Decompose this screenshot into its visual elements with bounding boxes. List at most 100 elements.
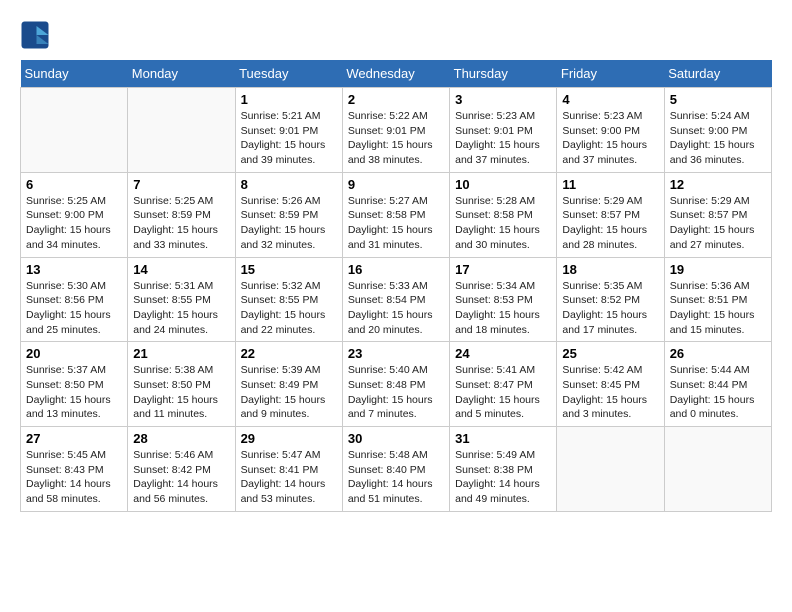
weekday-header: Monday: [128, 60, 235, 88]
day-number: 15: [241, 262, 337, 277]
day-info: Sunrise: 5:34 AMSunset: 8:53 PMDaylight:…: [455, 279, 551, 338]
calendar-cell: 12 Sunrise: 5:29 AMSunset: 8:57 PMDayligh…: [664, 172, 771, 257]
day-number: 26: [670, 346, 766, 361]
day-info: Sunrise: 5:45 AMSunset: 8:43 PMDaylight:…: [26, 448, 122, 507]
calendar-cell: 14Sunrise: 5:31 AMSunset: 8:55 PMDayligh…: [128, 257, 235, 342]
day-number: 13: [26, 262, 122, 277]
day-info: Sunrise: 5:44 AMSunset: 8:44 PMDaylight:…: [670, 363, 766, 422]
calendar-cell: 15 Sunrise: 5:32 AMSunset: 8:55 PMDayligh…: [235, 257, 342, 342]
weekday-header: Saturday: [664, 60, 771, 88]
day-info: Sunrise: 5:30 AMSunset: 8:56 PMDaylight:…: [26, 279, 122, 338]
logo: [20, 20, 54, 50]
day-number: 2: [348, 92, 444, 107]
day-number: 25: [562, 346, 658, 361]
day-info: Sunrise: 5:40 AMSunset: 8:48 PMDaylight:…: [348, 363, 444, 422]
day-info: Sunrise: 5:21 AMSunset: 9:01 PMDaylight:…: [241, 109, 337, 168]
day-number: 23: [348, 346, 444, 361]
calendar-cell: [21, 88, 128, 173]
weekday-header: Thursday: [450, 60, 557, 88]
day-number: 19: [670, 262, 766, 277]
weekday-header: Tuesday: [235, 60, 342, 88]
calendar-cell: 13 Sunrise: 5:30 AMSunset: 8:56 PMDayligh…: [21, 257, 128, 342]
calendar-cell: 20 Sunrise: 5:37 AMSunset: 8:50 PMDayligh…: [21, 342, 128, 427]
day-number: 5: [670, 92, 766, 107]
calendar-cell: 22 Sunrise: 5:39 AMSunset: 8:49 PMDayligh…: [235, 342, 342, 427]
calendar-cell: 3 Sunrise: 5:23 AMSunset: 9:01 PMDaylight…: [450, 88, 557, 173]
calendar-cell: 9Sunrise: 5:27 AMSunset: 8:58 PMDaylight…: [342, 172, 449, 257]
day-info: Sunrise: 5:24 AMSunset: 9:00 PMDaylight:…: [670, 109, 766, 168]
calendar-cell: 21 Sunrise: 5:38 AMSunset: 8:50 PMDayligh…: [128, 342, 235, 427]
calendar-week-row: 13 Sunrise: 5:30 AMSunset: 8:56 PMDayligh…: [21, 257, 772, 342]
day-info: Sunrise: 5:29 AMSunset: 8:57 PMDaylight:…: [670, 194, 766, 253]
calendar-cell: 29Sunrise: 5:47 AMSunset: 8:41 PMDayligh…: [235, 427, 342, 512]
weekday-header: Sunday: [21, 60, 128, 88]
calendar-cell: 1Sunrise: 5:21 AMSunset: 9:01 PMDaylight…: [235, 88, 342, 173]
day-number: 10: [455, 177, 551, 192]
day-number: 27: [26, 431, 122, 446]
day-info: Sunrise: 5:48 AMSunset: 8:40 PMDaylight:…: [348, 448, 444, 507]
day-info: Sunrise: 5:29 AMSunset: 8:57 PMDaylight:…: [562, 194, 658, 253]
calendar-cell: 26 Sunrise: 5:44 AMSunset: 8:44 PMDayligh…: [664, 342, 771, 427]
day-number: 11: [562, 177, 658, 192]
day-number: 9: [348, 177, 444, 192]
day-info: Sunrise: 5:25 AMSunset: 9:00 PMDaylight:…: [26, 194, 122, 253]
calendar-cell: 23 Sunrise: 5:40 AMSunset: 8:48 PMDayligh…: [342, 342, 449, 427]
calendar-cell: 10 Sunrise: 5:28 AMSunset: 8:58 PMDayligh…: [450, 172, 557, 257]
day-info: Sunrise: 5:28 AMSunset: 8:58 PMDaylight:…: [455, 194, 551, 253]
day-number: 7: [133, 177, 229, 192]
calendar-cell: 6 Sunrise: 5:25 AMSunset: 9:00 PMDaylight…: [21, 172, 128, 257]
day-number: 30: [348, 431, 444, 446]
day-info: Sunrise: 5:23 AMSunset: 9:00 PMDaylight:…: [562, 109, 658, 168]
calendar-cell: [664, 427, 771, 512]
calendar-cell: 25 Sunrise: 5:42 AMSunset: 8:45 PMDayligh…: [557, 342, 664, 427]
day-number: 18: [562, 262, 658, 277]
calendar-cell: 4Sunrise: 5:23 AMSunset: 9:00 PMDaylight…: [557, 88, 664, 173]
calendar-cell: 8 Sunrise: 5:26 AMSunset: 8:59 PMDaylight…: [235, 172, 342, 257]
calendar-cell: [128, 88, 235, 173]
day-info: Sunrise: 5:42 AMSunset: 8:45 PMDaylight:…: [562, 363, 658, 422]
calendar-week-row: 1Sunrise: 5:21 AMSunset: 9:01 PMDaylight…: [21, 88, 772, 173]
day-number: 28: [133, 431, 229, 446]
day-info: Sunrise: 5:33 AMSunset: 8:54 PMDaylight:…: [348, 279, 444, 338]
day-number: 12: [670, 177, 766, 192]
calendar-cell: 30 Sunrise: 5:48 AMSunset: 8:40 PMDayligh…: [342, 427, 449, 512]
weekday-header: Wednesday: [342, 60, 449, 88]
day-number: 6: [26, 177, 122, 192]
calendar-cell: 11 Sunrise: 5:29 AMSunset: 8:57 PMDayligh…: [557, 172, 664, 257]
day-number: 22: [241, 346, 337, 361]
day-number: 17: [455, 262, 551, 277]
calendar-week-row: 6 Sunrise: 5:25 AMSunset: 9:00 PMDaylight…: [21, 172, 772, 257]
day-info: Sunrise: 5:38 AMSunset: 8:50 PMDaylight:…: [133, 363, 229, 422]
day-info: Sunrise: 5:37 AMSunset: 8:50 PMDaylight:…: [26, 363, 122, 422]
calendar-cell: [557, 427, 664, 512]
day-info: Sunrise: 5:46 AMSunset: 8:42 PMDaylight:…: [133, 448, 229, 507]
calendar-week-row: 20 Sunrise: 5:37 AMSunset: 8:50 PMDayligh…: [21, 342, 772, 427]
day-number: 20: [26, 346, 122, 361]
day-number: 8: [241, 177, 337, 192]
calendar-cell: 24Sunrise: 5:41 AMSunset: 8:47 PMDayligh…: [450, 342, 557, 427]
weekday-header-row: SundayMondayTuesdayWednesdayThursdayFrid…: [21, 60, 772, 88]
page-header: [20, 20, 772, 50]
calendar-cell: 17 Sunrise: 5:34 AMSunset: 8:53 PMDayligh…: [450, 257, 557, 342]
day-info: Sunrise: 5:23 AMSunset: 9:01 PMDaylight:…: [455, 109, 551, 168]
weekday-header: Friday: [557, 60, 664, 88]
calendar-cell: 5 Sunrise: 5:24 AMSunset: 9:00 PMDaylight…: [664, 88, 771, 173]
day-info: Sunrise: 5:32 AMSunset: 8:55 PMDaylight:…: [241, 279, 337, 338]
calendar-cell: 31Sunrise: 5:49 AMSunset: 8:38 PMDayligh…: [450, 427, 557, 512]
calendar-cell: 27 Sunrise: 5:45 AMSunset: 8:43 PMDayligh…: [21, 427, 128, 512]
day-number: 3: [455, 92, 551, 107]
calendar-week-row: 27 Sunrise: 5:45 AMSunset: 8:43 PMDayligh…: [21, 427, 772, 512]
calendar-cell: 28 Sunrise: 5:46 AMSunset: 8:42 PMDayligh…: [128, 427, 235, 512]
day-number: 21: [133, 346, 229, 361]
day-info: Sunrise: 5:35 AMSunset: 8:52 PMDaylight:…: [562, 279, 658, 338]
calendar-cell: 16Sunrise: 5:33 AMSunset: 8:54 PMDayligh…: [342, 257, 449, 342]
calendar-cell: 2Sunrise: 5:22 AMSunset: 9:01 PMDaylight…: [342, 88, 449, 173]
calendar-cell: 7 Sunrise: 5:25 AMSunset: 8:59 PMDaylight…: [128, 172, 235, 257]
day-number: 24: [455, 346, 551, 361]
day-info: Sunrise: 5:26 AMSunset: 8:59 PMDaylight:…: [241, 194, 337, 253]
day-info: Sunrise: 5:39 AMSunset: 8:49 PMDaylight:…: [241, 363, 337, 422]
day-info: Sunrise: 5:25 AMSunset: 8:59 PMDaylight:…: [133, 194, 229, 253]
calendar-cell: 18 Sunrise: 5:35 AMSunset: 8:52 PMDayligh…: [557, 257, 664, 342]
day-number: 29: [241, 431, 337, 446]
calendar-table: SundayMondayTuesdayWednesdayThursdayFrid…: [20, 60, 772, 512]
